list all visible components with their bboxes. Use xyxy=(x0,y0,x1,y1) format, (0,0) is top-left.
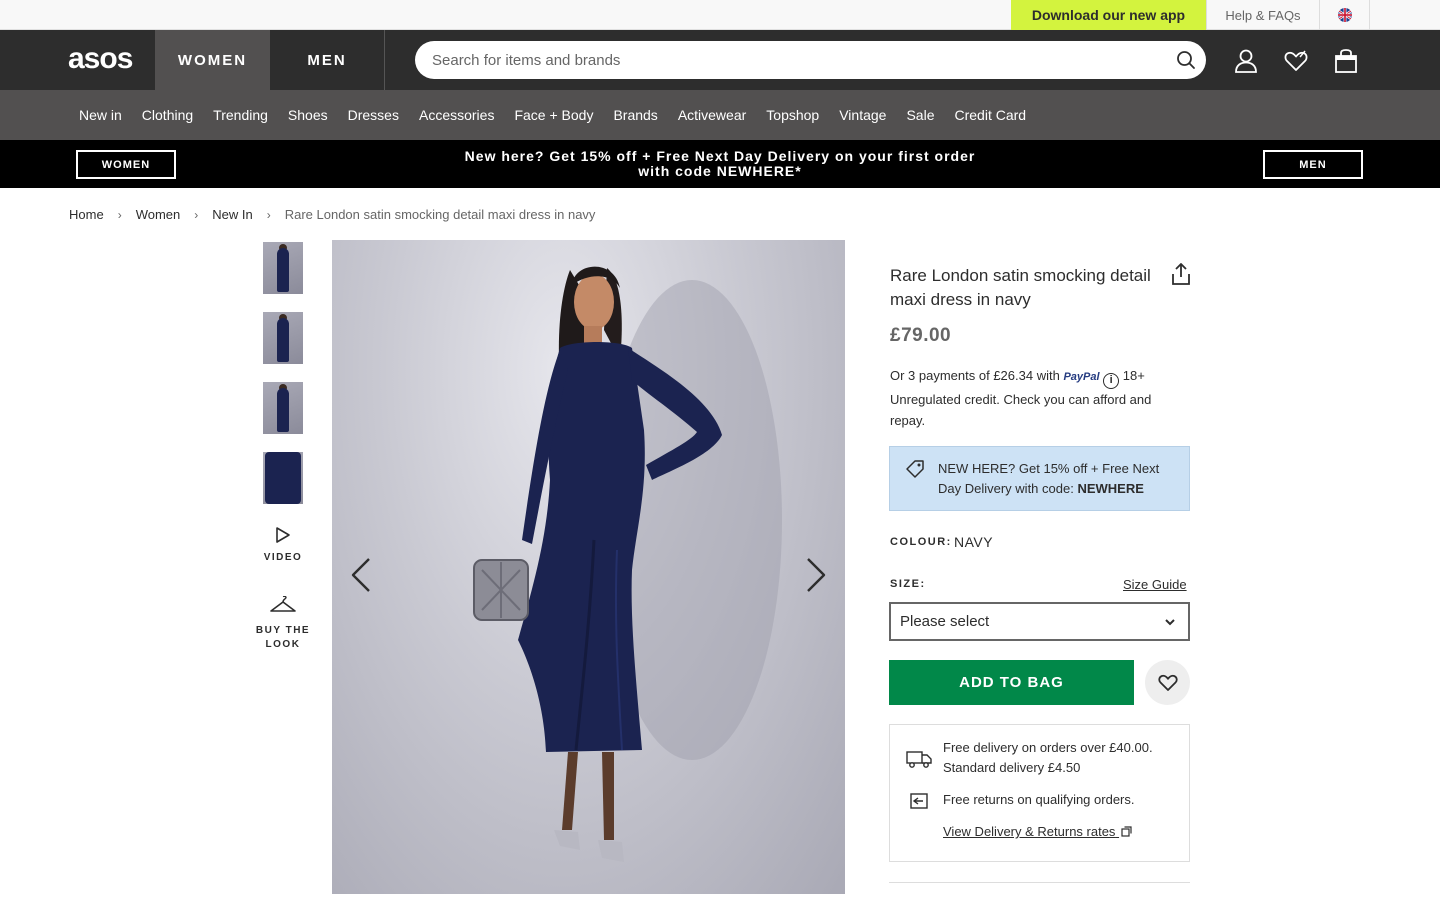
buy-the-look-button[interactable]: BUY THE LOOK xyxy=(253,596,313,652)
nav-trending[interactable]: Trending xyxy=(203,107,278,123)
next-image-arrow[interactable] xyxy=(804,557,828,593)
nav-sale[interactable]: Sale xyxy=(896,107,944,123)
paypal-logo: PayPal xyxy=(1063,371,1099,383)
play-icon xyxy=(276,527,290,543)
delivery-returns-link[interactable]: View Delivery & Returns rates xyxy=(943,824,1132,839)
product-main-image[interactable] xyxy=(332,240,845,894)
help-faqs-link[interactable]: Help & FAQs xyxy=(1206,0,1320,30)
breadcrumb-separator: › xyxy=(194,207,199,222)
nav-vintage[interactable]: Vintage xyxy=(829,107,896,123)
search-bar xyxy=(415,41,1206,79)
colour-value: NAVY xyxy=(954,534,994,550)
download-app-link[interactable]: Download our new app xyxy=(1011,0,1206,30)
bag-icon[interactable] xyxy=(1333,48,1359,74)
delivery-info-box: Free delivery on orders over £40.00. Sta… xyxy=(889,724,1190,862)
standard-delivery-text: Standard delivery £4.50 xyxy=(943,760,1081,775)
breadcrumb: Home › Women › New In › Rare London sati… xyxy=(69,207,595,222)
search-icon[interactable] xyxy=(1176,50,1196,70)
utility-bar: Download our new app Help & FAQs xyxy=(0,0,1440,30)
thumbnail-4[interactable] xyxy=(263,452,303,504)
nav-brands[interactable]: Brands xyxy=(603,107,667,123)
save-for-later-button[interactable] xyxy=(1145,660,1190,705)
external-link-icon xyxy=(1121,826,1132,837)
promo-line-1: New here? Get 15% off + Free Next Day De… xyxy=(464,148,976,164)
product-price: £79.00 xyxy=(890,325,952,346)
previous-image-arrow[interactable] xyxy=(349,557,373,593)
paypal-installments: Or 3 payments of £26.34 with PayPal i 18… xyxy=(890,365,1190,431)
free-delivery-text: Free delivery on orders over £40.00. xyxy=(943,740,1153,755)
thumbnail-1[interactable] xyxy=(263,242,303,294)
nav-dresses[interactable]: Dresses xyxy=(338,107,409,123)
thumbnail-2[interactable] xyxy=(263,312,303,364)
breadcrumb-separator: › xyxy=(117,207,122,222)
country-selector[interactable] xyxy=(1320,0,1370,30)
buy-the-look-label: BUY THE LOOK xyxy=(255,625,311,650)
nav-credit-card[interactable]: Credit Card xyxy=(944,107,1036,123)
size-select[interactable]: Please select xyxy=(889,602,1190,641)
tab-women[interactable]: WOMEN xyxy=(155,30,270,90)
promo-women-button[interactable]: WOMEN xyxy=(76,150,176,179)
tag-icon xyxy=(906,460,924,478)
add-to-bag-button[interactable]: ADD TO BAG xyxy=(889,660,1134,705)
model-figure xyxy=(473,266,782,862)
delivery-truck-icon xyxy=(906,751,932,768)
product-title: Rare London satin smocking detail maxi d… xyxy=(890,266,1151,309)
breadcrumb-separator: › xyxy=(266,207,271,222)
breadcrumb-new-in[interactable]: New In xyxy=(212,207,252,222)
delivery-info: Free delivery on orders over £40.00. Sta… xyxy=(943,738,1153,778)
nav-topshop[interactable]: Topshop xyxy=(756,107,829,123)
nav-face-body[interactable]: Face + Body xyxy=(504,107,603,123)
nav-accessories[interactable]: Accessories xyxy=(409,107,504,123)
new-customer-promo: NEW HERE? Get 15% off + Free Next Day De… xyxy=(889,446,1190,511)
share-icon[interactable] xyxy=(1170,262,1192,286)
breadcrumb-women[interactable]: Women xyxy=(136,207,181,222)
returns-icon xyxy=(910,793,928,809)
promo-banner[interactable]: WOMEN New here? Get 15% off + Free Next … xyxy=(0,140,1440,188)
section-divider xyxy=(889,882,1190,883)
video-label: VIDEO xyxy=(263,552,303,563)
promo-line-2: with code NEWHERE* xyxy=(638,163,802,179)
chevron-down-icon xyxy=(1165,619,1175,626)
colour-label: COLOUR: xyxy=(890,536,952,548)
thumbnail-3[interactable] xyxy=(263,382,303,434)
size-guide-link[interactable]: Size Guide xyxy=(1123,577,1187,592)
video-button[interactable]: VIDEO xyxy=(253,526,313,563)
nav-new-in[interactable]: New in xyxy=(69,107,132,123)
tab-men[interactable]: MEN xyxy=(270,30,385,90)
hanger-icon xyxy=(270,596,296,612)
heart-icon xyxy=(1157,674,1178,691)
category-nav: New in Clothing Trending Shoes Dresses A… xyxy=(0,90,1440,140)
nav-shoes[interactable]: Shoes xyxy=(278,107,338,123)
paypal-age: 18+ xyxy=(1122,368,1145,383)
saved-items-icon[interactable] xyxy=(1283,48,1309,74)
nav-clothing[interactable]: Clothing xyxy=(132,107,203,123)
info-icon[interactable]: i xyxy=(1103,373,1120,389)
promo-text: New here? Get 15% off + Free Next Day De… xyxy=(420,149,1020,179)
asos-logo[interactable]: asos xyxy=(68,43,133,75)
paypal-prefix: Or 3 payments of £26.34 with xyxy=(890,368,1060,383)
nav-activewear[interactable]: Activewear xyxy=(668,107,756,123)
paypal-disclaimer: Unregulated credit. Check you can afford… xyxy=(890,392,1152,428)
free-returns-text: Free returns on qualifying orders. xyxy=(943,792,1135,807)
paypal-brand: PayPal xyxy=(1063,371,1100,383)
promo-men-button[interactable]: MEN xyxy=(1263,150,1363,179)
size-select-value: Please select xyxy=(900,613,990,630)
account-icon[interactable] xyxy=(1233,48,1259,74)
size-label: SIZE: xyxy=(890,578,926,590)
breadcrumb-current: Rare London satin smocking detail maxi d… xyxy=(284,207,596,222)
delivery-returns-link-label: View Delivery & Returns rates xyxy=(943,824,1116,839)
uk-flag-icon xyxy=(1337,8,1352,22)
breadcrumb-home[interactable]: Home xyxy=(69,207,104,222)
main-header: asos WOMEN MEN xyxy=(0,30,1440,90)
search-input[interactable] xyxy=(432,41,1152,79)
promo-code: NEWHERE xyxy=(1077,481,1144,496)
